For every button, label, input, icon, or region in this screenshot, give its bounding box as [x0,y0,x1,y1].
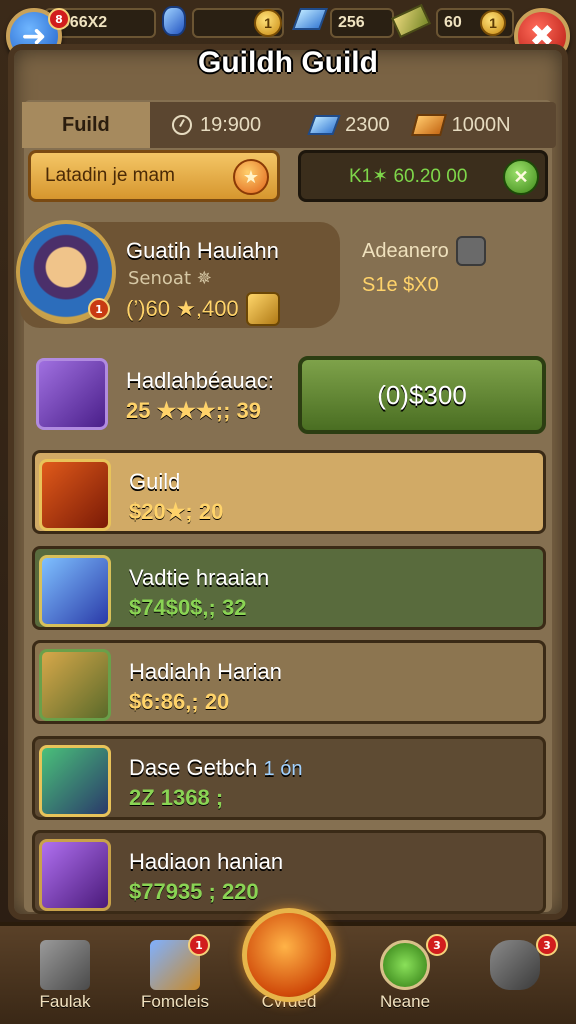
list-item[interactable]: Dase Getbch 1 ón 2Z 1368 ; [32,736,546,820]
list-item-value: 25 ★★★;; 39 [126,398,261,423]
crystals-display: 256 [330,8,394,38]
list-item[interactable]: Hadiaon hanian $77935 ; 220 [32,830,546,914]
guild-code-field[interactable]: K1✶ 60.20 00 ✕ [298,150,548,202]
sword-icon [39,459,111,531]
gold-count-value: 1000N [451,113,511,136]
crystal-blade-icon [39,555,111,627]
nav-badge-ore: 3 [536,934,558,956]
crystal-count: 2300 [307,113,390,137]
list-item[interactable]: Hadiahh Harian $6:86,; 20 [32,640,546,724]
crystal-count-value: 2300 [345,113,390,136]
golden-mask-icon [39,649,111,721]
leader-score: (’)60 ★,400 [126,296,239,321]
nav-label: Fomcleis [140,992,209,1011]
nav-badge-neane: 3 [426,934,448,956]
shield-icon [246,292,280,326]
gold-bar-icon [410,114,447,136]
guild-info-bar: Fuild 19:900 2300 1000N [22,102,556,148]
list-item-name: Vadtie hraaian [129,565,270,590]
bar-resource-icon[interactable] [390,3,432,39]
guild-crest-icon[interactable] [242,908,336,1002]
search-icon[interactable]: ★ [233,159,269,195]
coin-icon[interactable]: 1 [254,9,282,37]
crystal-icon [307,115,341,135]
gold-count: 1000N [410,113,511,137]
list-item-value: $77935 ; 220 [129,879,259,904]
gold-value: 60 [444,14,462,31]
crystal-icon[interactable] [291,8,329,30]
list-item[interactable]: Guild $20★; 20 [32,450,546,534]
list-item-name: Hadiahh Harian [129,659,282,684]
back-notification-badge: 8 [48,8,70,30]
staff-icon [39,745,111,817]
scroll-icon [39,839,111,911]
list-item-name: Hadiaon hanian [129,849,284,874]
nav-label: Neane [379,992,431,1011]
crystals-value: 256 [338,14,365,31]
timer-display: 19:900 [172,114,261,137]
leader-badge: 1 [88,298,110,320]
list-item-name: Guild [129,469,181,494]
list-item-value: $74$0$,; 32 [129,595,247,620]
list-item[interactable]: Hadlahbéauac: 25 ★★★;; 39 [32,352,294,436]
join-guild-button[interactable]: (0)$300 [298,356,546,434]
sword-circle-icon [380,940,430,990]
list-item-value: 2Z 1368 ; [129,785,224,810]
page-title: Guildh Guild [198,46,378,79]
dice-icon[interactable] [456,236,486,266]
blue-gem-icon[interactable] [162,6,186,36]
nav-label: Faulak [39,992,91,1011]
tab-guild[interactable]: Fuild [22,102,150,148]
confirm-icon[interactable]: ✕ [503,159,539,195]
list-item-name: Dase Getbch 1 ón [129,755,303,780]
anvil-icon [40,940,90,990]
gold-display: 60 1 [436,8,514,38]
resource-bar: 3966X2 1 256 60 1 [0,0,576,50]
nav-badge-fomcleis: 1 [188,934,210,956]
guild-code-value: K1✶ 60.20 00 [349,165,468,187]
row-extra: 1 ón [263,758,303,780]
timer-value: 19:900 [200,113,262,136]
list-item-value: $20★; 20 [129,499,224,524]
ore-icon [490,940,540,990]
nav-item-fomcleis[interactable]: Fomcleis [120,926,230,1024]
gold-coin-icon[interactable]: 1 [480,10,506,36]
coins-display: 1 [192,8,284,38]
list-item[interactable]: Vadtie hraaian $74$0$,; 32 [32,546,546,630]
search-input-value: Latadin je mam [45,165,175,186]
nav-item-faulak[interactable]: Faulak [10,926,120,1024]
clock-icon [172,115,192,135]
list-item-name: Hadlahbéauac: [126,368,275,393]
leader-side-title: Adeanero [362,240,449,262]
guild-search-input[interactable]: Latadin je mam ★ [28,150,280,202]
leader-rank: Senoat ✵ [128,268,212,289]
leader-name: Guatih Hauiahn [126,238,279,263]
leader-side-value: S1e $X0 [362,274,439,296]
mask-icon [36,358,108,430]
list-item-value: $6:86,; 20 [129,689,230,714]
